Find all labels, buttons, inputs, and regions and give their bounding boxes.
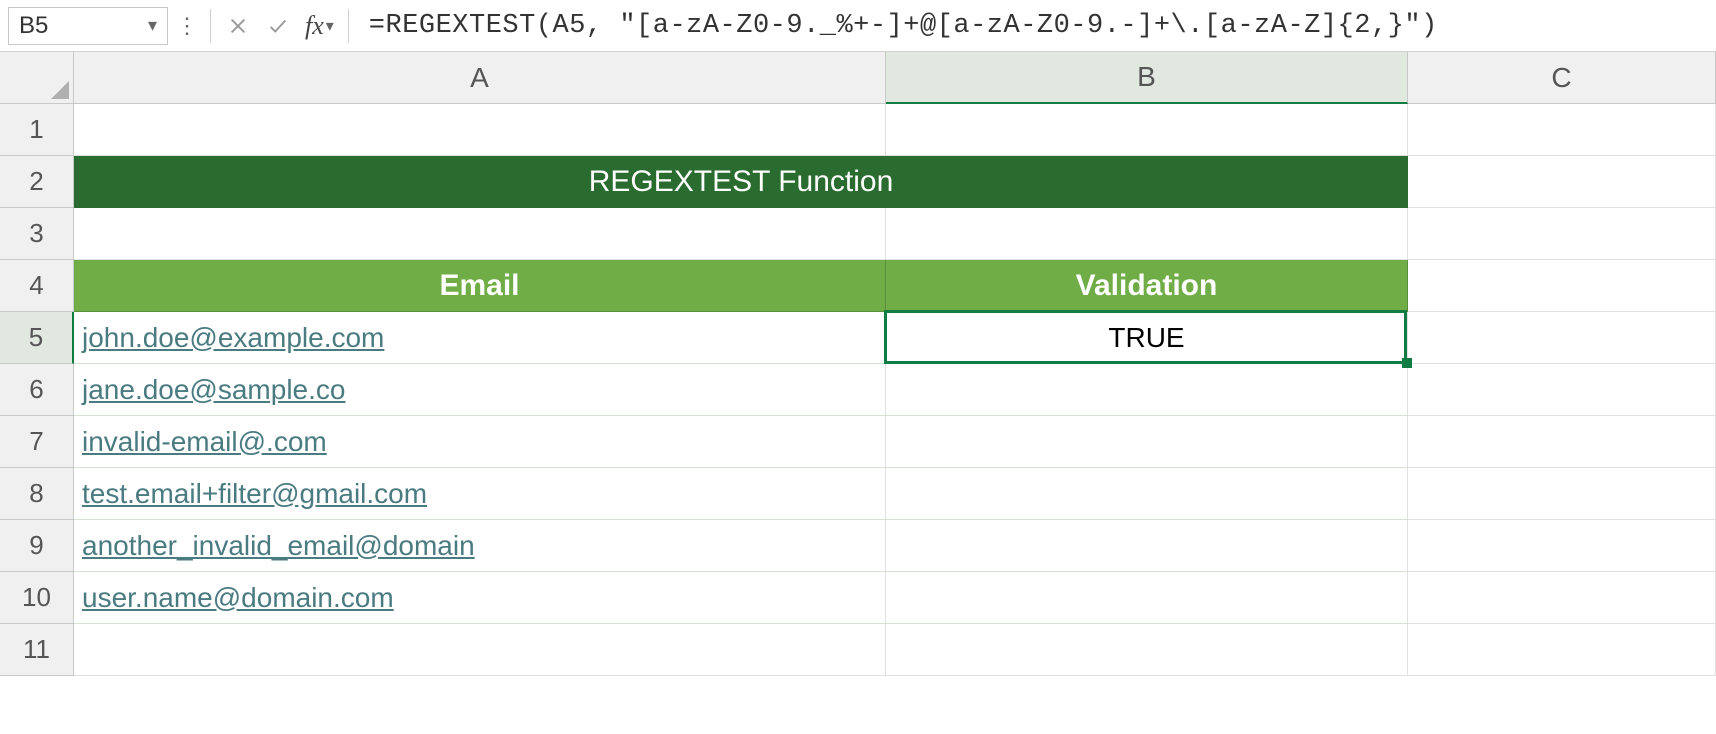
validation-cell[interactable] — [886, 520, 1408, 572]
cell-C1[interactable] — [1408, 104, 1716, 156]
select-all-icon — [51, 81, 69, 99]
cell-C5[interactable] — [1408, 312, 1716, 364]
row-header-6[interactable]: 6 — [0, 364, 74, 416]
validation-cell[interactable] — [886, 572, 1408, 624]
row-header-10[interactable]: 10 — [0, 572, 74, 624]
email-cell[interactable]: user.name@domain.com — [74, 572, 886, 624]
row-header-11[interactable]: 11 — [0, 624, 74, 676]
spreadsheet-grid[interactable]: ABC 12REGEXTEST Function34EmailValidation… — [0, 52, 1716, 676]
row-header-9[interactable]: 9 — [0, 520, 74, 572]
email-cell[interactable]: john.doe@example.com — [74, 312, 886, 364]
title-cell[interactable]: REGEXTEST Function — [74, 156, 1408, 208]
cell-A1[interactable] — [74, 104, 886, 156]
header-email[interactable]: Email — [74, 260, 886, 312]
cell-B3[interactable] — [886, 208, 1408, 260]
name-box-resize-handle[interactable]: ⋮ — [174, 15, 200, 37]
row-header-2[interactable]: 2 — [0, 156, 74, 208]
cell-C10[interactable] — [1408, 572, 1716, 624]
cell-C4[interactable] — [1408, 260, 1716, 312]
formula-bar: B5 ▾ ⋮ fx ▾ =REGEXTEST(A5, "[a-zA-Z0-9._… — [0, 0, 1716, 52]
select-all-corner[interactable] — [0, 52, 74, 104]
email-cell[interactable]: another_invalid_email@domain — [74, 520, 886, 572]
header-validation[interactable]: Validation — [886, 260, 1408, 312]
row-header-1[interactable]: 1 — [0, 104, 74, 156]
name-box[interactable]: B5 ▾ — [8, 7, 168, 45]
cell-B1[interactable] — [886, 104, 1408, 156]
fx-icon: fx — [305, 11, 324, 41]
check-icon — [267, 15, 289, 37]
accept-formula-button[interactable] — [261, 9, 295, 43]
column-header-C[interactable]: C — [1408, 52, 1716, 104]
formula-input[interactable]: =REGEXTEST(A5, "[a-zA-Z0-9._%+-]+@[a-zA-… — [359, 11, 1708, 41]
chevron-down-icon[interactable]: ▾ — [148, 15, 157, 36]
cell-C8[interactable] — [1408, 468, 1716, 520]
cell-C7[interactable] — [1408, 416, 1716, 468]
row-header-8[interactable]: 8 — [0, 468, 74, 520]
email-cell[interactable]: jane.doe@sample.co — [74, 364, 886, 416]
cell-C9[interactable] — [1408, 520, 1716, 572]
divider — [348, 9, 349, 43]
name-box-value: B5 — [19, 12, 48, 40]
column-header-B[interactable]: B — [886, 52, 1408, 104]
validation-cell[interactable]: TRUE — [886, 312, 1408, 364]
email-cell[interactable]: invalid-email@.com — [74, 416, 886, 468]
email-cell[interactable]: test.email+filter@gmail.com — [74, 468, 886, 520]
row-header-7[interactable]: 7 — [0, 416, 74, 468]
row-header-3[interactable]: 3 — [0, 208, 74, 260]
row-header-4[interactable]: 4 — [0, 260, 74, 312]
chevron-down-icon[interactable]: ▾ — [326, 16, 334, 36]
column-header-A[interactable]: A — [74, 52, 886, 104]
cell-C11[interactable] — [1408, 624, 1716, 676]
row-header-5[interactable]: 5 — [0, 312, 74, 364]
validation-cell[interactable] — [886, 468, 1408, 520]
cell-B11[interactable] — [886, 624, 1408, 676]
cell-A11[interactable] — [74, 624, 886, 676]
validation-cell[interactable] — [886, 416, 1408, 468]
cell-C3[interactable] — [1408, 208, 1716, 260]
insert-function-button[interactable]: fx ▾ — [301, 11, 338, 41]
x-icon — [227, 15, 249, 37]
cancel-formula-button[interactable] — [221, 9, 255, 43]
cell-C6[interactable] — [1408, 364, 1716, 416]
cell-A3[interactable] — [74, 208, 886, 260]
cell-C2[interactable] — [1408, 156, 1716, 208]
validation-cell[interactable] — [886, 364, 1408, 416]
divider — [210, 9, 211, 43]
fill-handle[interactable] — [1402, 358, 1412, 368]
